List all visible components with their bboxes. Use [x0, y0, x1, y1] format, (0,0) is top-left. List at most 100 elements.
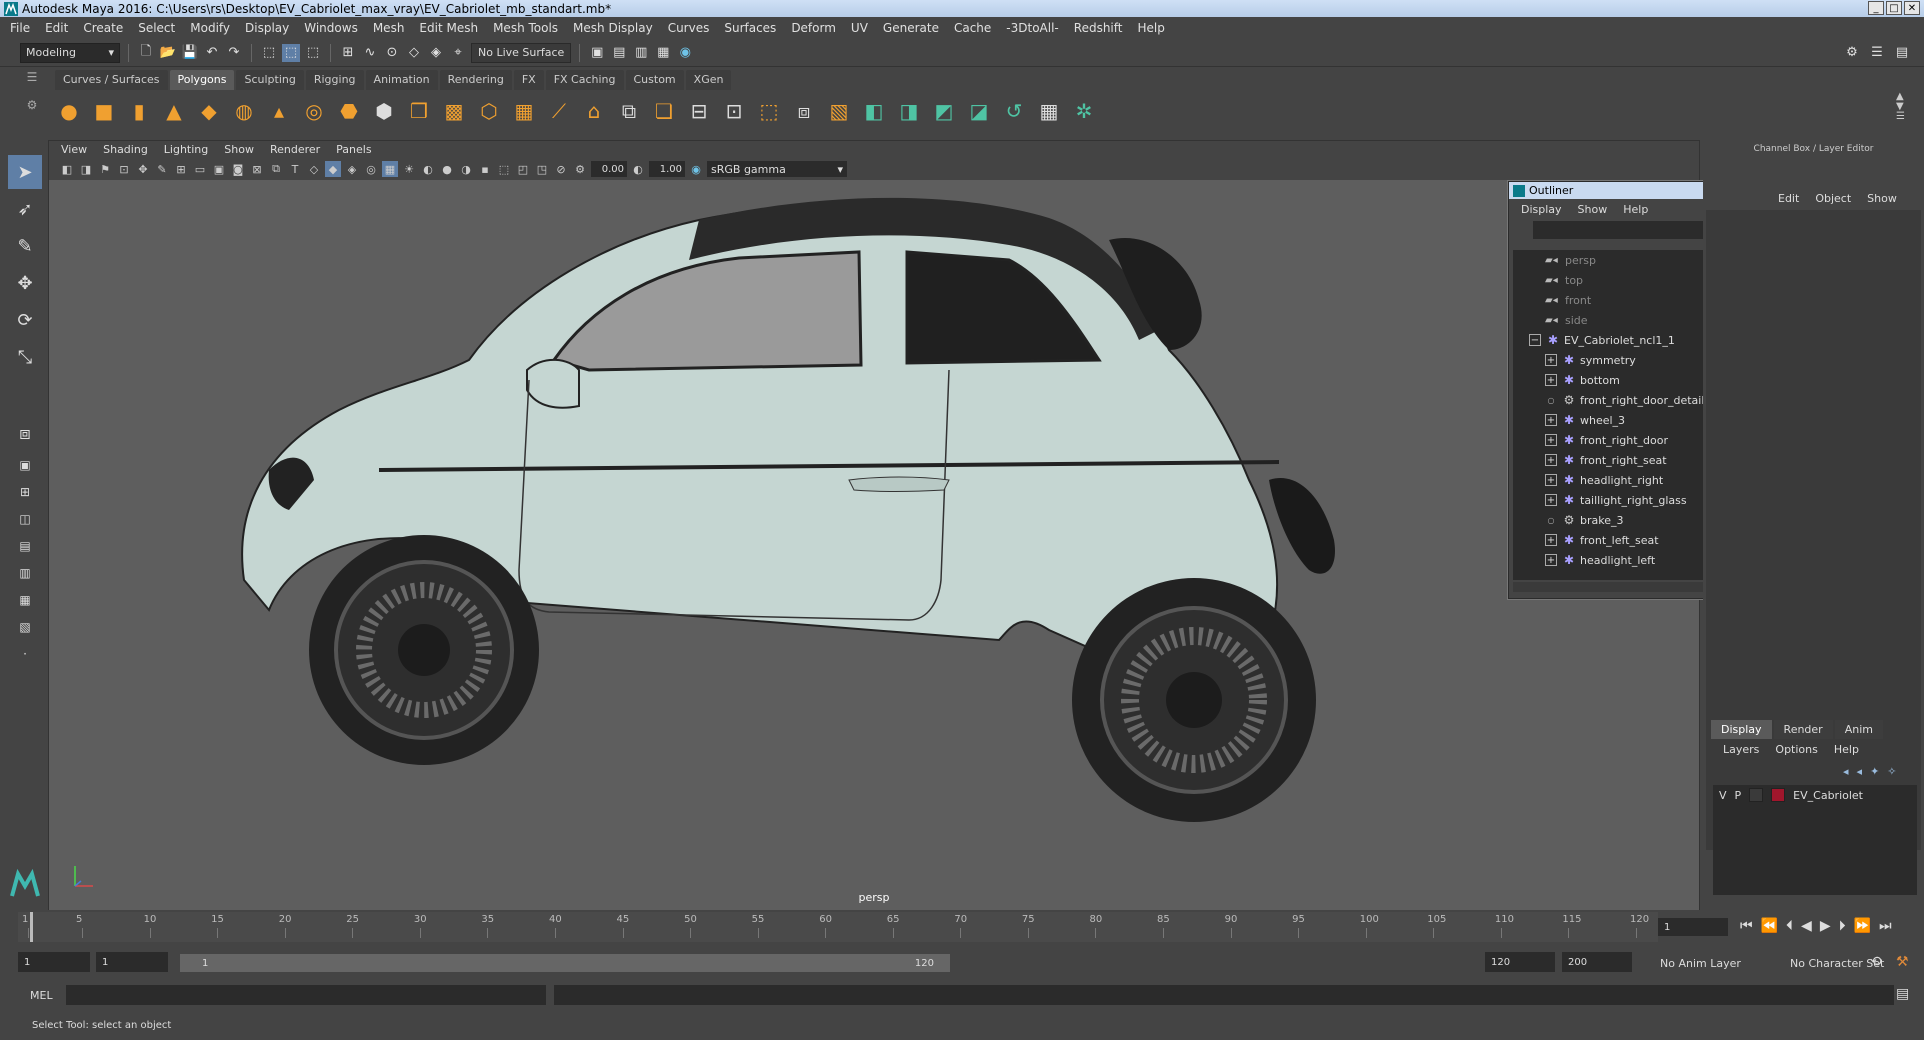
modeling-toolkit-icon[interactable]: ▤ — [1893, 44, 1911, 62]
gate-mask-icon[interactable]: ◙ — [230, 161, 246, 177]
safe-title-icon[interactable]: T — [287, 161, 303, 177]
shelf-tab-polygons[interactable]: Polygons — [169, 70, 235, 90]
layout-persp-outliner-icon[interactable]: ▤ — [8, 534, 42, 558]
menu-select[interactable]: Select — [138, 21, 175, 35]
menu-display[interactable]: Display — [245, 21, 289, 35]
anti-aliasing-icon[interactable]: ▪ — [477, 161, 493, 177]
hypershade-icon[interactable]: ◉ — [676, 44, 694, 62]
camera-select-icon[interactable]: ◧ — [59, 161, 75, 177]
two-d-pan-icon[interactable]: ✥ — [135, 161, 151, 177]
snap-view-plane-icon[interactable]: ◇ — [405, 44, 423, 62]
minimize-button[interactable]: _ — [1868, 1, 1884, 15]
expand-icon[interactable]: + — [1545, 454, 1557, 466]
outliner-menu-display[interactable]: Display — [1521, 203, 1562, 216]
viewport-menu-panels[interactable]: Panels — [336, 143, 371, 156]
layer-tab-anim[interactable]: Anim — [1834, 720, 1883, 739]
viewport-menu-view[interactable]: View — [61, 143, 87, 156]
step-back-frame-icon[interactable]: ⏴ — [1786, 918, 1793, 934]
camera-attributes-icon[interactable]: ◨ — [78, 161, 94, 177]
grid-icon[interactable]: ⊞ — [173, 161, 189, 177]
snap-curve-icon[interactable]: ∿ — [361, 44, 379, 62]
shelf-tab-curves-surfaces[interactable]: Curves / Surfaces — [55, 70, 168, 90]
checker-icon[interactable]: ▦ — [1035, 97, 1063, 125]
command-input[interactable] — [66, 985, 546, 1005]
select-object-icon[interactable]: ⬚ — [282, 43, 300, 62]
select-hierarchy-icon[interactable]: ⬚ — [260, 44, 278, 62]
shelf-tab-custom[interactable]: Custom — [625, 70, 684, 90]
expand-icon[interactable]: + — [1545, 554, 1557, 566]
shelf-tab-fx[interactable]: FX — [513, 70, 544, 90]
viewport-menu-shading[interactable]: Shading — [103, 143, 148, 156]
live-surface-field[interactable]: No Live Surface — [471, 42, 572, 63]
play-backward-icon[interactable]: ◀ — [1801, 918, 1812, 934]
shelf-tab-rendering[interactable]: Rendering — [439, 70, 512, 90]
menu-file[interactable]: File — [10, 21, 30, 35]
redo-icon[interactable]: ↷ — [225, 44, 243, 62]
xray-icon[interactable]: ◰ — [515, 161, 531, 177]
select-tool-icon[interactable]: ➤ — [8, 155, 42, 189]
poly-cube-icon[interactable]: ■ — [90, 97, 118, 125]
poly-cylinder-icon[interactable]: ▮ — [125, 97, 153, 125]
layer-tab-display[interactable]: Display — [1711, 720, 1772, 739]
expand-icon[interactable]: + — [1545, 534, 1557, 546]
xray-components-icon[interactable]: ⊘ — [553, 161, 569, 177]
smooth-icon[interactable]: ▩ — [440, 97, 468, 125]
bevel-icon[interactable]: ⟋ — [545, 97, 573, 125]
menu-redshift[interactable]: Redshift — [1074, 21, 1123, 35]
target-weld-icon[interactable]: ⊡ — [720, 97, 748, 125]
shelf-scroll-arrows[interactable]: ▲ ▼ ☰ — [1896, 92, 1905, 122]
mode-selector[interactable]: Modeling ▾ — [20, 42, 120, 63]
view-transform-dropdown[interactable]: sRGB gamma ▾ — [707, 161, 847, 177]
field-chart-icon[interactable]: ⊠ — [249, 161, 265, 177]
menu-mesh[interactable]: Mesh — [373, 21, 405, 35]
quad-draw-icon[interactable]: ⬚ — [755, 97, 783, 125]
menu-uv[interactable]: UV — [851, 21, 868, 35]
step-back-key-icon[interactable]: ⏪ — [1761, 918, 1778, 934]
layout-custom-icon[interactable]: · — [8, 642, 42, 666]
go-to-start-icon[interactable]: ⏮ — [1740, 918, 1753, 934]
undo-icon[interactable]: ↶ — [203, 44, 221, 62]
combine-icon[interactable]: ⬣ — [335, 97, 363, 125]
time-slider[interactable]: 1 5 10 15 20 25 30 35 40 45 50 55 60 65 70 75 80 85 90 95 10… — [18, 912, 1658, 942]
gamma-field[interactable]: 1.00 — [649, 161, 685, 177]
wireframe-on-shaded-icon[interactable]: ◎ — [363, 161, 379, 177]
shelf-menu-handle[interactable]: ☰ ⚙ — [20, 70, 44, 130]
merge-icon[interactable]: ▧ — [825, 97, 853, 125]
bridge-icon[interactable]: ⌂ — [580, 97, 608, 125]
shadows-icon[interactable]: ◐ — [420, 161, 436, 177]
layer-menu-options[interactable]: Options — [1775, 743, 1817, 756]
layout-four-icon[interactable]: ⊞ — [8, 480, 42, 504]
mirror-icon[interactable]: ⧈ — [790, 97, 818, 125]
open-scene-icon[interactable]: 📂 — [159, 44, 177, 62]
expand-icon[interactable]: + — [1545, 414, 1557, 426]
layer-menu-help[interactable]: Help — [1834, 743, 1859, 756]
wireframe-icon[interactable]: ◇ — [306, 161, 322, 177]
uv-editor-icon[interactable]: ◧ — [860, 97, 888, 125]
menu-help[interactable]: Help — [1137, 21, 1164, 35]
menu-windows[interactable]: Windows — [304, 21, 358, 35]
poly-torus-icon[interactable]: ◍ — [230, 97, 258, 125]
layer-playback-toggle[interactable]: P — [1735, 789, 1742, 802]
viewport-scene[interactable]: persp — [49, 180, 1699, 910]
layout-graph-icon[interactable]: ▥ — [8, 561, 42, 585]
playback-end-field[interactable]: 120 — [1485, 952, 1555, 972]
channel-box-menu-object[interactable]: Object — [1815, 192, 1851, 205]
maximize-button[interactable]: □ — [1886, 1, 1902, 15]
use-all-lights-icon[interactable]: ☀ — [401, 161, 417, 177]
exposure-field[interactable]: 0.00 — [591, 161, 627, 177]
move-tool-icon[interactable]: ✥ — [8, 266, 42, 300]
new-layer-icon[interactable]: ✦ — [1870, 765, 1879, 778]
snap-grid-icon[interactable]: ⊞ — [339, 44, 357, 62]
play-forward-icon[interactable]: ▶ — [1820, 918, 1831, 934]
menu-deform[interactable]: Deform — [791, 21, 836, 35]
isolate-select-icon[interactable]: ⬚ — [496, 161, 512, 177]
move-layer-down-icon[interactable]: ◂ — [1857, 765, 1863, 778]
ambient-occlusion-icon[interactable]: ● — [439, 161, 455, 177]
menu-curves[interactable]: Curves — [668, 21, 710, 35]
resolution-gate-icon[interactable]: ▣ — [211, 161, 227, 177]
outliner-menu-show[interactable]: Show — [1578, 203, 1608, 216]
boolean-icon[interactable]: ⬡ — [475, 97, 503, 125]
playback-start-field[interactable]: 1 — [96, 952, 168, 972]
save-scene-icon[interactable]: 💾 — [181, 44, 199, 62]
layer-color-swatch[interactable] — [1771, 788, 1786, 802]
